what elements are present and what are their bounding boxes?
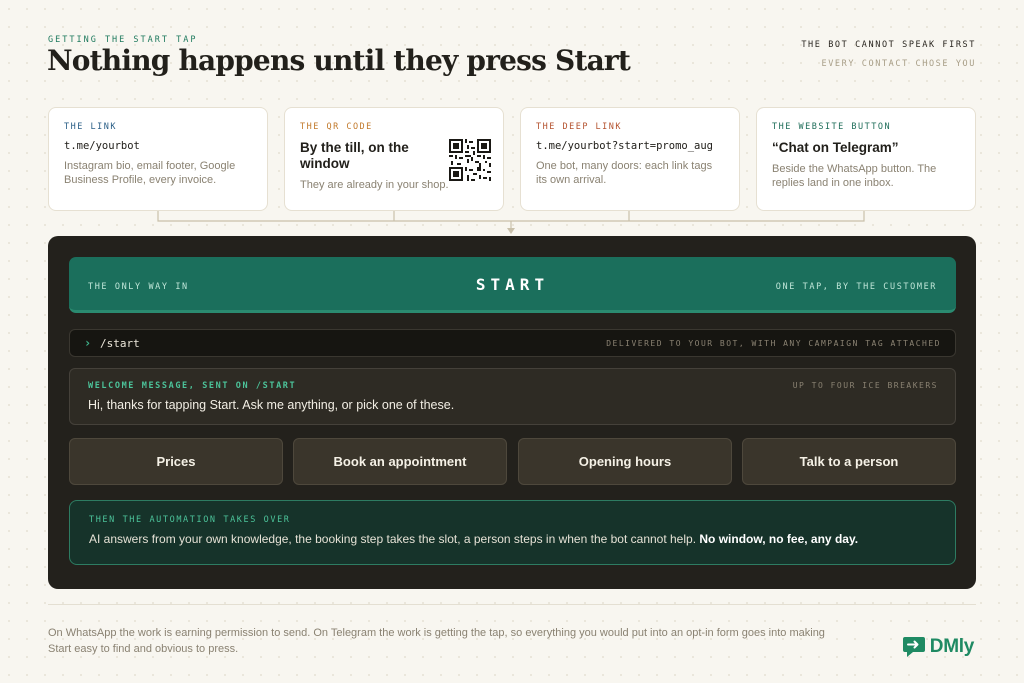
command-bar: › /start DELIVERED TO YOUR BOT, WITH ANY… bbox=[69, 329, 956, 357]
card-heading: “Chat on Telegram” bbox=[772, 140, 899, 155]
command-text: /start bbox=[100, 337, 140, 350]
automation-emphasis: No window, no fee, any day. bbox=[699, 532, 859, 546]
automation-text: AI answers from your own knowledge, the … bbox=[89, 532, 858, 546]
ice-breaker-button[interactable]: Prices bbox=[69, 438, 283, 485]
card-heading: By the till, on the window bbox=[300, 140, 409, 171]
chat-bubble-icon bbox=[902, 637, 925, 657]
welcome-message: WELCOME MESSAGE, SENT ON /START UP TO FO… bbox=[69, 368, 956, 425]
card-description: Beside the WhatsApp button. The replies … bbox=[772, 163, 937, 189]
card-deep-link: THE DEEP LINK t.me/yourbot?start=promo_a… bbox=[520, 107, 740, 211]
welcome-label: WELCOME MESSAGE, SENT ON /START bbox=[88, 381, 297, 391]
ice-breaker-button[interactable]: Opening hours bbox=[518, 438, 732, 485]
card-code: t.me/yourbot?start=promo_aug bbox=[536, 140, 714, 152]
card-website-button: THE WEBSITE BUTTON “Chat on Telegram” Be… bbox=[756, 107, 976, 211]
card-label: THE LINK bbox=[64, 122, 117, 132]
ice-breaker-button[interactable]: Book an appointment bbox=[293, 438, 507, 485]
ice-breaker-button[interactable]: Talk to a person bbox=[742, 438, 956, 485]
card-code: t.me/yourbot bbox=[64, 140, 140, 152]
logo: DMly bbox=[902, 636, 974, 658]
logo-text: DMly bbox=[929, 636, 975, 657]
command-note: DELIVERED TO YOUR BOT, WITH ANY CAMPAIGN… bbox=[606, 339, 941, 348]
start-button[interactable]: THE ONLY WAY IN START ONE TAP, BY THE CU… bbox=[69, 257, 956, 313]
card-description: Instagram bio, email footer, Google Busi… bbox=[64, 160, 236, 186]
welcome-note: UP TO FOUR ICE BREAKERS bbox=[792, 381, 938, 390]
chevron-right-icon: › bbox=[84, 336, 92, 350]
footer-text: On WhatsApp the work is earning permissi… bbox=[48, 627, 825, 655]
arrow-down-icon bbox=[507, 228, 515, 234]
page-title: Nothing happens until they press Start bbox=[47, 44, 631, 77]
card-qr-code: THE QR CODE By the till, on the window T… bbox=[284, 107, 504, 211]
tagline: THE BOT CANNOT SPEAK FIRST bbox=[801, 40, 976, 50]
footer-divider bbox=[48, 604, 976, 605]
card-link: THE LINK t.me/yourbot Instagram bio, ema… bbox=[48, 107, 268, 211]
start-right-caption: ONE TAP, BY THE CUSTOMER bbox=[775, 282, 937, 292]
card-label: THE DEEP LINK bbox=[536, 122, 623, 132]
start-flow-panel: THE ONLY WAY IN START ONE TAP, BY THE CU… bbox=[48, 236, 976, 589]
automation-box: THEN THE AUTOMATION TAKES OVER AI answer… bbox=[69, 500, 956, 565]
qr-code-icon bbox=[449, 139, 491, 181]
subtagline: EVERY CONTACT CHOSE YOU bbox=[821, 59, 976, 69]
card-label: THE QR CODE bbox=[300, 122, 373, 132]
automation-label: THEN THE AUTOMATION TAKES OVER bbox=[89, 515, 291, 525]
automation-description: AI answers from your own knowledge, the … bbox=[89, 532, 697, 546]
welcome-text: Hi, thanks for tapping Start. Ask me any… bbox=[88, 398, 455, 412]
card-label: THE WEBSITE BUTTON bbox=[772, 122, 892, 132]
card-description: One bot, many doors: each link tags its … bbox=[536, 160, 713, 186]
